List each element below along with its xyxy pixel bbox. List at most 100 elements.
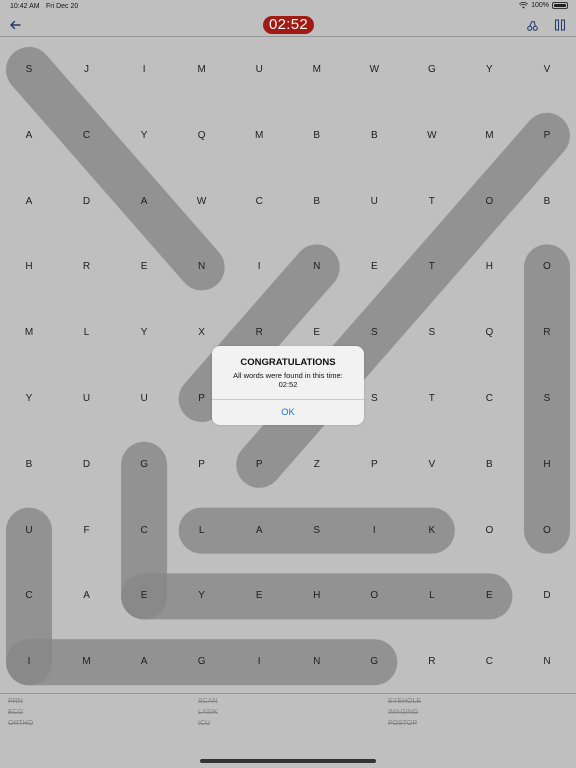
grid-letter[interactable]: O	[469, 192, 509, 212]
grid-letter[interactable]: C	[239, 192, 279, 212]
grid-letter[interactable]: P	[354, 455, 394, 475]
grid-letter[interactable]: U	[239, 60, 279, 80]
grid-letter[interactable]: B	[9, 455, 49, 475]
grid-letter[interactable]: Y	[124, 323, 164, 343]
grid-letter[interactable]: B	[354, 126, 394, 146]
grid-letter[interactable]: M	[297, 60, 337, 80]
grid-letter[interactable]: W	[182, 192, 222, 212]
grid-letter[interactable]: P	[527, 126, 567, 146]
grid-letter[interactable]: Z	[297, 455, 337, 475]
grid-letter[interactable]: P	[182, 455, 222, 475]
grid-letter[interactable]: U	[9, 521, 49, 541]
grid-letter[interactable]: S	[527, 389, 567, 409]
grid-letter[interactable]: O	[527, 257, 567, 277]
grid-letter[interactable]: D	[67, 455, 107, 475]
grid-letter[interactable]: I	[239, 257, 279, 277]
grid-letter[interactable]: I	[9, 652, 49, 672]
ok-button[interactable]: OK	[212, 400, 364, 425]
grid-letter[interactable]: A	[124, 192, 164, 212]
grid-letter[interactable]: C	[9, 586, 49, 606]
grid-letter[interactable]: L	[182, 521, 222, 541]
grid-letter[interactable]: S	[297, 521, 337, 541]
grid-letter[interactable]: L	[412, 586, 452, 606]
grid-letter[interactable]: A	[9, 126, 49, 146]
grid-letter[interactable]: S	[354, 323, 394, 343]
grid-letter[interactable]: S	[412, 323, 452, 343]
grid-letter[interactable]: X	[182, 323, 222, 343]
grid-letter[interactable]: J	[67, 60, 107, 80]
grid-letter[interactable]: I	[239, 652, 279, 672]
grid-letter[interactable]: H	[527, 455, 567, 475]
grid-letter[interactable]: M	[239, 126, 279, 146]
grid-letter[interactable]: D	[527, 586, 567, 606]
grid-letter[interactable]: N	[527, 652, 567, 672]
grid-letter[interactable]: G	[412, 60, 452, 80]
grid-letter[interactable]: T	[412, 192, 452, 212]
grid-letter[interactable]: U	[124, 389, 164, 409]
grid-letter[interactable]: D	[67, 192, 107, 212]
pause-icon[interactable]	[554, 19, 566, 31]
grid-letter[interactable]: H	[297, 586, 337, 606]
grid-letter[interactable]: U	[354, 192, 394, 212]
grid-letter[interactable]: Y	[182, 586, 222, 606]
grid-letter[interactable]: E	[124, 586, 164, 606]
grid-letter[interactable]: C	[67, 126, 107, 146]
grid-letter[interactable]: E	[124, 257, 164, 277]
grid-letter[interactable]: Q	[469, 323, 509, 343]
grid-letter[interactable]: O	[527, 521, 567, 541]
grid-letter[interactable]: R	[239, 323, 279, 343]
grid-letter[interactable]: B	[297, 126, 337, 146]
grid-letter[interactable]: M	[182, 60, 222, 80]
grid-letter[interactable]: H	[9, 257, 49, 277]
grid-letter[interactable]: E	[297, 323, 337, 343]
grid-letter[interactable]: A	[124, 652, 164, 672]
grid-letter[interactable]: C	[124, 521, 164, 541]
grid-letter[interactable]: B	[527, 192, 567, 212]
grid-letter[interactable]: M	[469, 126, 509, 146]
grid-letter[interactable]: S	[9, 60, 49, 80]
grid-letter[interactable]: E	[239, 586, 279, 606]
grid-letter[interactable]: B	[469, 455, 509, 475]
grid-letter[interactable]: Y	[469, 60, 509, 80]
grid-letter[interactable]: B	[297, 192, 337, 212]
grid-letter[interactable]: W	[354, 60, 394, 80]
grid-letter[interactable]: R	[412, 652, 452, 672]
grid-letter[interactable]: O	[469, 521, 509, 541]
grid-letter[interactable]: E	[354, 257, 394, 277]
grid-letter[interactable]: F	[67, 521, 107, 541]
grid-letter[interactable]: M	[67, 652, 107, 672]
grid-letter[interactable]: C	[469, 652, 509, 672]
grid-letter[interactable]: R	[67, 257, 107, 277]
grid-letter[interactable]: V	[412, 455, 452, 475]
grid-letter[interactable]: W	[412, 126, 452, 146]
grid-letter[interactable]: N	[182, 257, 222, 277]
grid-letter[interactable]: U	[67, 389, 107, 409]
grid-letter[interactable]: R	[527, 323, 567, 343]
grid-letter[interactable]: I	[124, 60, 164, 80]
hint-icon[interactable]	[526, 19, 539, 32]
grid-letter[interactable]: T	[412, 389, 452, 409]
grid-letter[interactable]: A	[239, 521, 279, 541]
grid-letter[interactable]: Y	[124, 126, 164, 146]
grid-letter[interactable]: Y	[9, 389, 49, 409]
grid-letter[interactable]: A	[67, 586, 107, 606]
grid-letter[interactable]: N	[297, 652, 337, 672]
grid-letter[interactable]: Q	[182, 126, 222, 146]
grid-letter[interactable]: G	[354, 652, 394, 672]
grid-letter[interactable]: V	[527, 60, 567, 80]
grid-letter[interactable]: O	[354, 586, 394, 606]
grid-letter[interactable]: N	[297, 257, 337, 277]
grid-letter[interactable]: E	[469, 586, 509, 606]
grid-letter[interactable]: C	[469, 389, 509, 409]
grid-letter[interactable]: T	[412, 257, 452, 277]
grid-letter[interactable]: A	[9, 192, 49, 212]
grid-letter[interactable]: I	[354, 521, 394, 541]
grid-letter[interactable]: L	[67, 323, 107, 343]
grid-letter[interactable]: H	[469, 257, 509, 277]
grid-letter[interactable]: P	[239, 455, 279, 475]
grid-letter[interactable]: G	[124, 455, 164, 475]
back-arrow-icon[interactable]	[8, 18, 22, 32]
grid-letter[interactable]: M	[9, 323, 49, 343]
grid-letter[interactable]: G	[182, 652, 222, 672]
grid-letter[interactable]: K	[412, 521, 452, 541]
